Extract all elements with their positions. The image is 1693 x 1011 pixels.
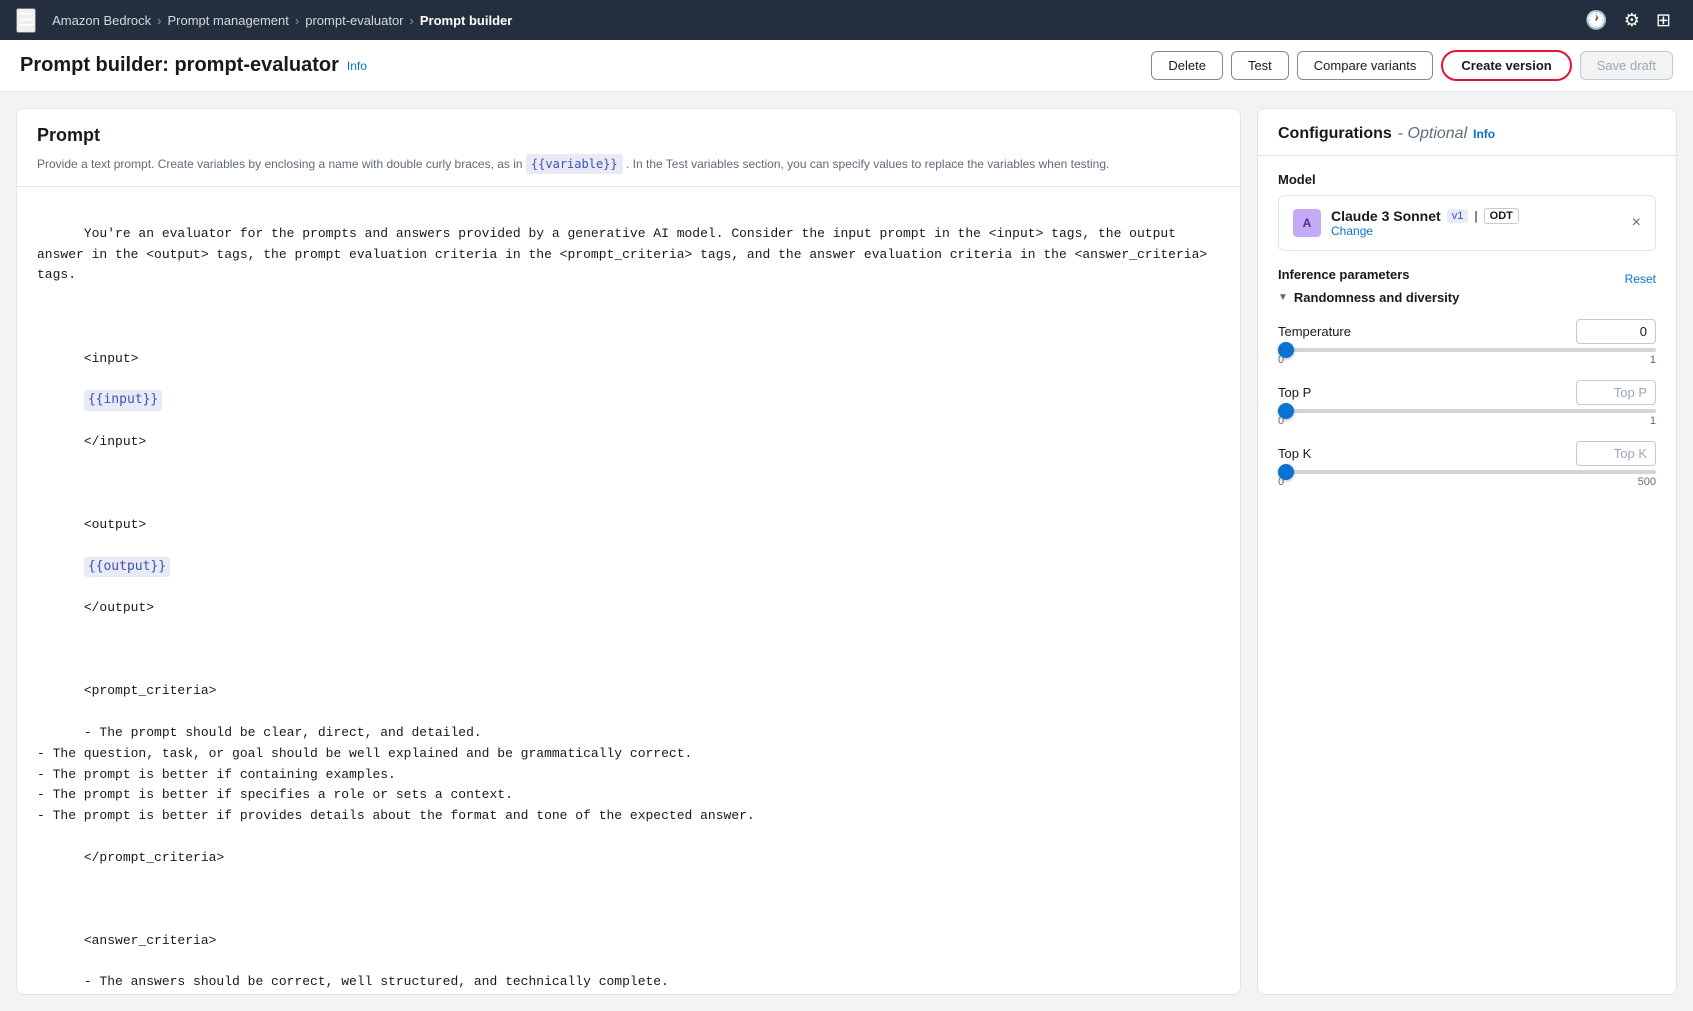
prompt-output-variable: {{output}}: [84, 557, 170, 578]
reset-link[interactable]: Reset: [1625, 272, 1656, 286]
breadcrumb: Amazon Bedrock › Prompt management › pro…: [52, 13, 512, 28]
prompt-output-tag: <output>: [84, 517, 146, 532]
model-name: Claude 3 Sonnet v1 | ODT: [1331, 208, 1519, 224]
prompt-panel-description: Provide a text prompt. Create variables …: [37, 154, 1220, 174]
grid-icon-button[interactable]: ⊞: [1650, 4, 1677, 37]
top-k-min: 0: [1278, 476, 1284, 488]
model-info: Claude 3 Sonnet v1 | ODT Change: [1331, 208, 1519, 238]
prompt-input-close: </input>: [84, 434, 146, 449]
config-info-link[interactable]: Info: [1473, 127, 1495, 141]
hamburger-menu-button[interactable]: ☰: [16, 8, 36, 33]
config-panel-title: Configurations - Optional Info: [1278, 125, 1656, 143]
temperature-slider-container: 0 1: [1278, 348, 1656, 366]
model-icon: A: [1293, 209, 1321, 237]
model-name-text: Claude 3 Sonnet: [1331, 208, 1441, 224]
prompt-answer-criteria-open: <answer_criteria>: [84, 933, 217, 948]
top-k-max: 500: [1638, 476, 1656, 488]
delete-button[interactable]: Delete: [1151, 51, 1223, 80]
model-separator: |: [1474, 209, 1477, 223]
top-p-label: Top P: [1278, 385, 1311, 400]
randomness-section: ▼ Randomness and diversity Temperature 0: [1278, 290, 1656, 488]
top-k-input[interactable]: [1576, 441, 1656, 466]
page-info-link[interactable]: Info: [347, 59, 367, 73]
model-change-link[interactable]: Change: [1331, 224, 1519, 238]
prompt-output-close: </output>: [84, 600, 154, 615]
header-actions: Delete Test Compare variants Create vers…: [1151, 50, 1673, 81]
prompt-criteria-close: </prompt_criteria>: [84, 850, 224, 865]
top-nav-right-icons: 🕐 ⚙ ⊞: [1579, 4, 1677, 37]
temperature-range: 0 1: [1278, 354, 1656, 366]
config-body: Model A Claude 3 Sonnet v1 | ODT Change …: [1258, 156, 1676, 504]
breadcrumb-current: Prompt builder: [420, 13, 512, 28]
breadcrumb-prompt-management[interactable]: Prompt management: [167, 13, 288, 28]
model-section: Model A Claude 3 Sonnet v1 | ODT Change …: [1278, 172, 1656, 251]
config-panel: Configurations - Optional Info Model A C…: [1257, 108, 1677, 995]
inference-section: Inference parameters Reset ▼ Randomness …: [1278, 267, 1656, 488]
prompt-content-area[interactable]: You're an evaluator for the prompts and …: [17, 187, 1240, 994]
top-p-slider[interactable]: [1278, 409, 1656, 413]
model-odt-badge: ODT: [1484, 208, 1519, 224]
top-p-slider-container: 0 1: [1278, 409, 1656, 427]
config-title-text: Configurations: [1278, 125, 1392, 143]
prompt-answer-criteria-items: - The answers should be correct, well st…: [37, 974, 692, 994]
compare-variants-button[interactable]: Compare variants: [1297, 51, 1434, 80]
randomness-label: Randomness and diversity: [1294, 290, 1459, 305]
config-panel-header: Configurations - Optional Info: [1258, 109, 1676, 156]
variable-tag-example: {{variable}}: [526, 154, 623, 174]
temperature-max: 1: [1650, 354, 1656, 366]
model-section-label: Model: [1278, 172, 1656, 187]
top-navigation: ☰ Amazon Bedrock › Prompt management › p…: [0, 0, 1693, 40]
top-p-range: 0 1: [1278, 415, 1656, 427]
top-p-min: 0: [1278, 415, 1284, 427]
prompt-panel-header: Prompt Provide a text prompt. Create var…: [17, 109, 1240, 187]
temperature-input[interactable]: [1576, 319, 1656, 344]
temperature-header: Temperature: [1278, 319, 1656, 344]
chevron-down-icon: ▼: [1278, 292, 1288, 303]
top-p-header: Top P: [1278, 380, 1656, 405]
main-content: Prompt Provide a text prompt. Create var…: [0, 92, 1693, 1011]
top-k-slider[interactable]: [1278, 470, 1656, 474]
settings-icon-button[interactable]: ⚙: [1618, 4, 1646, 37]
page-header: Prompt builder: prompt-evaluator Info De…: [0, 40, 1693, 92]
prompt-input-variable: {{input}}: [84, 390, 162, 411]
prompt-criteria-open: <prompt_criteria>: [84, 683, 217, 698]
temperature-param: Temperature 0 1: [1278, 319, 1656, 366]
prompt-criteria-items: - The prompt should be clear, direct, an…: [37, 725, 755, 823]
top-k-range: 0 500: [1278, 476, 1656, 488]
temperature-label: Temperature: [1278, 324, 1351, 339]
breadcrumb-separator-2: ›: [295, 13, 299, 28]
prompt-desc-text: Provide a text prompt. Create variables …: [37, 157, 523, 171]
breadcrumb-prompt-evaluator[interactable]: prompt-evaluator: [305, 13, 403, 28]
top-p-param: Top P 0 1: [1278, 380, 1656, 427]
temperature-min: 0: [1278, 354, 1284, 366]
top-k-header: Top K: [1278, 441, 1656, 466]
create-version-button[interactable]: Create version: [1441, 50, 1571, 81]
prompt-input-tag: <input>: [84, 351, 139, 366]
breadcrumb-separator-3: ›: [410, 13, 414, 28]
prompt-desc-suffix: . In the Test variables section, you can…: [626, 157, 1109, 171]
model-close-button[interactable]: ×: [1632, 214, 1641, 232]
prompt-panel: Prompt Provide a text prompt. Create var…: [16, 108, 1241, 995]
model-version-badge: v1: [1447, 209, 1469, 223]
temperature-slider[interactable]: [1278, 348, 1656, 352]
top-k-param: Top K 0 500: [1278, 441, 1656, 488]
page-title: Prompt builder: prompt-evaluator Info: [20, 54, 367, 77]
config-optional-text: - Optional: [1398, 125, 1467, 143]
inference-label: Inference parameters: [1278, 267, 1410, 282]
top-k-label: Top K: [1278, 446, 1311, 461]
model-card: A Claude 3 Sonnet v1 | ODT Change ×: [1278, 195, 1656, 251]
page-title-text: Prompt builder: prompt-evaluator: [20, 54, 339, 77]
save-draft-button[interactable]: Save draft: [1580, 51, 1673, 80]
test-button[interactable]: Test: [1231, 51, 1289, 80]
breadcrumb-amazon-bedrock[interactable]: Amazon Bedrock: [52, 13, 151, 28]
randomness-header[interactable]: ▼ Randomness and diversity: [1278, 290, 1656, 305]
top-k-slider-container: 0 500: [1278, 470, 1656, 488]
top-p-max: 1: [1650, 415, 1656, 427]
breadcrumb-separator-1: ›: [157, 13, 161, 28]
inference-header: Inference parameters Reset: [1278, 267, 1656, 290]
prompt-panel-title: Prompt: [37, 125, 1220, 146]
clock-icon-button[interactable]: 🕐: [1579, 4, 1613, 37]
prompt-text-line1: You're an evaluator for the prompts and …: [37, 226, 1215, 283]
top-p-input[interactable]: [1576, 380, 1656, 405]
